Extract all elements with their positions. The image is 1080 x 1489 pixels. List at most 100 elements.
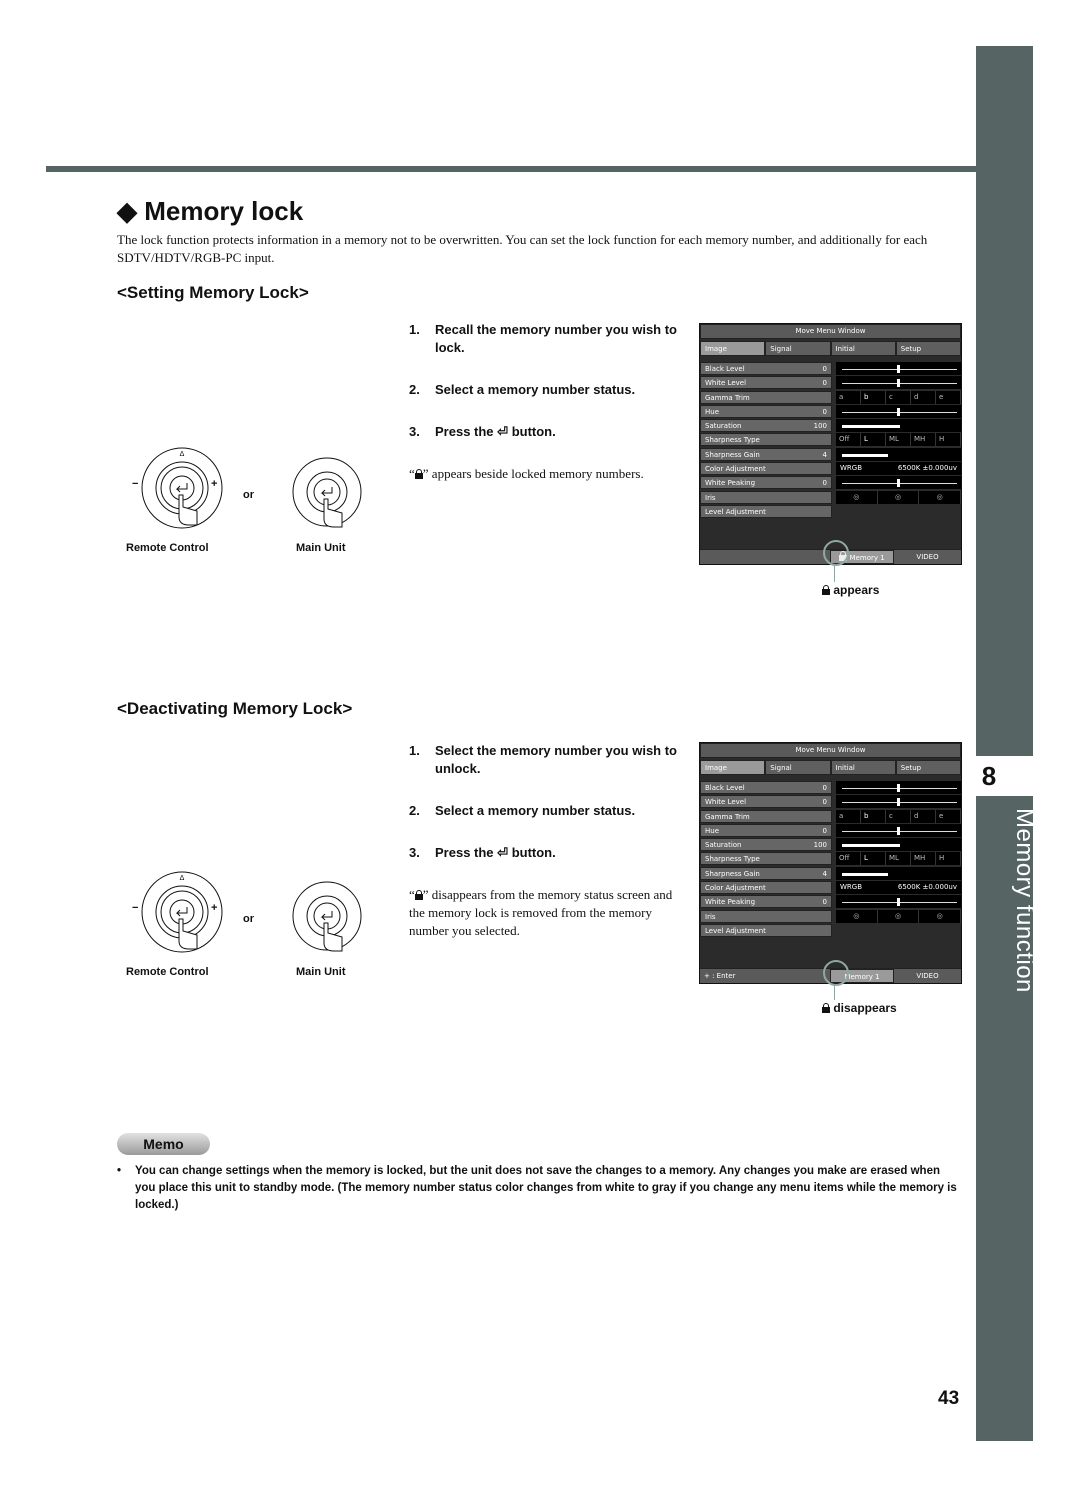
osd-row-control[interactable]	[836, 362, 961, 375]
osd-row[interactable]: Level Adjustment	[700, 504, 961, 518]
osd-row-label[interactable]: Gamma Trim	[700, 809, 832, 823]
osd-row[interactable]: White Peaking 0	[700, 895, 961, 909]
osd-row[interactable]: Black Level 0	[700, 362, 961, 375]
osd-row-control[interactable]	[836, 419, 961, 433]
osd-row-control[interactable]	[836, 781, 961, 794]
osd-row-label[interactable]: Sharpness Type	[700, 433, 832, 447]
iris-large-icon[interactable]: ◎	[919, 909, 962, 923]
option-c[interactable]: c	[886, 809, 911, 823]
osd-row-control[interactable]: WRGB 6500K ±0.000uv	[836, 462, 961, 476]
option-l[interactable]: L	[861, 852, 886, 866]
osd-row-control[interactable]: WRGB 6500K ±0.000uv	[836, 881, 961, 895]
osd-row[interactable]: Iris ◎ ◎ ◎	[700, 909, 962, 923]
osd-row-control[interactable]	[836, 795, 961, 809]
osd-row-control[interactable]	[836, 866, 961, 880]
option-a[interactable]: a	[836, 809, 861, 823]
osd-tab-signal[interactable]: Signal	[765, 341, 831, 356]
slider-knob[interactable]	[897, 365, 900, 373]
osd-row-label[interactable]: White Peaking 0	[700, 895, 832, 909]
osd-row-control[interactable]	[836, 823, 961, 837]
osd-row-label[interactable]: Iris	[700, 490, 832, 504]
osd-row-control[interactable]: abcde	[836, 390, 961, 404]
osd-row-label[interactable]: Color Adjustment	[700, 881, 832, 895]
slider-knob[interactable]	[897, 479, 900, 488]
iris-medium-icon[interactable]: ◎	[878, 490, 920, 504]
option-d[interactable]: d	[911, 390, 936, 404]
option-h[interactable]: H	[936, 852, 961, 866]
osd-row-label[interactable]: Gamma Trim	[700, 390, 832, 404]
osd-row-label[interactable]: White Level 0	[700, 376, 832, 390]
osd-tab-image[interactable]: Image	[700, 341, 766, 356]
osd-row[interactable]: Gamma Trim a b c d e	[700, 809, 961, 823]
osd-row[interactable]: Sharpness Gain 4	[700, 447, 961, 461]
osd-row[interactable]: Sharpness Type Off L ML MH H	[700, 852, 961, 866]
osd-tab-image[interactable]: Image	[700, 760, 766, 775]
option-mh[interactable]: MH	[911, 852, 936, 866]
iris-small-icon[interactable]: ◎	[836, 490, 878, 504]
osd-tab-setup[interactable]: Setup	[895, 341, 961, 356]
osd-row-label[interactable]: Iris	[700, 909, 832, 923]
osd-row-label[interactable]: Saturation 100	[700, 838, 832, 852]
option-c[interactable]: c	[886, 390, 911, 404]
osd-row-control[interactable]: Off L ML MH H	[836, 852, 961, 866]
iris-large-icon[interactable]: ◎	[919, 490, 962, 504]
osd-row[interactable]: Black Level 0	[700, 781, 961, 794]
slider-knob[interactable]	[897, 379, 900, 388]
osd-row-control[interactable]	[836, 376, 961, 390]
osd-row-control[interactable]: ◎ ◎ ◎	[836, 490, 962, 504]
osd-row-label[interactable]: Level Adjustment	[700, 504, 832, 518]
osd-row[interactable]: Gamma Trim a b c d e	[700, 390, 961, 404]
slider-knob[interactable]	[897, 784, 900, 792]
osd-row-label[interactable]: White Peaking 0	[700, 476, 832, 490]
osd-row-control[interactable]: abcde	[836, 809, 961, 823]
osd-row[interactable]: Sharpness Type Off L ML MH H	[700, 433, 961, 447]
option-h[interactable]: H	[936, 433, 961, 447]
osd-row-label[interactable]: Black Level 0	[700, 781, 832, 794]
osd-row-control[interactable]	[836, 838, 961, 852]
osd-row-label[interactable]: Level Adjustment	[700, 923, 832, 937]
option-e[interactable]: e	[936, 809, 961, 823]
option-e[interactable]: e	[936, 390, 961, 404]
option-ml[interactable]: ML	[886, 433, 911, 447]
option-mh[interactable]: MH	[911, 433, 936, 447]
option-b[interactable]: b	[861, 390, 886, 404]
osd-row[interactable]: Saturation 100	[700, 838, 961, 852]
slider-knob[interactable]	[897, 407, 900, 416]
osd-row-label[interactable]: Color Adjustment	[700, 462, 832, 476]
osd-row-control[interactable]	[836, 895, 961, 909]
osd-row-label[interactable]: Sharpness Gain 4	[700, 447, 832, 461]
osd-row[interactable]: Color Adjustment WRGB 6500K ±0.000uv	[700, 881, 961, 895]
osd-tab-signal[interactable]: Signal	[765, 760, 831, 775]
osd-row[interactable]: Level Adjustment	[700, 923, 961, 937]
osd-row[interactable]: Iris ◎ ◎ ◎	[700, 490, 962, 504]
iris-medium-icon[interactable]: ◎	[878, 909, 920, 923]
osd-row-label[interactable]: Sharpness Gain 4	[700, 866, 832, 880]
osd-row[interactable]: White Level 0	[700, 376, 961, 390]
option-off[interactable]: Off	[836, 852, 861, 866]
osd-row-control[interactable]: Off L ML MH H	[836, 433, 961, 447]
slider-knob[interactable]	[897, 826, 900, 835]
osd-row-control[interactable]	[836, 476, 961, 490]
osd-row-control[interactable]: ◎ ◎ ◎	[836, 909, 962, 923]
iris-small-icon[interactable]: ◎	[836, 909, 878, 923]
option-a[interactable]: a	[836, 390, 861, 404]
osd-row-label[interactable]: Sharpness Type	[700, 852, 832, 866]
osd-row[interactable]: Sharpness Gain 4	[700, 866, 961, 880]
osd-row-label[interactable]: White Level 0	[700, 795, 832, 809]
osd-row-control[interactable]	[836, 404, 961, 418]
osd-row[interactable]: Color Adjustment WRGB 6500K ±0.000uv	[700, 462, 961, 476]
osd-row-label[interactable]: Saturation 100	[700, 419, 832, 433]
slider-knob[interactable]	[897, 898, 900, 907]
option-b[interactable]: b	[861, 809, 886, 823]
osd-row[interactable]: Hue 0	[700, 404, 961, 418]
osd-row-control[interactable]	[836, 447, 961, 461]
osd-tab-initial[interactable]: Initial	[830, 341, 896, 356]
osd-tab-initial[interactable]: Initial	[830, 760, 896, 775]
osd-row[interactable]: Saturation 100	[700, 419, 961, 433]
osd-row-label[interactable]: Hue 0	[700, 823, 832, 837]
osd-row[interactable]: White Peaking 0	[700, 476, 961, 490]
option-off[interactable]: Off	[836, 433, 861, 447]
osd-row-label[interactable]: Black Level 0	[700, 362, 832, 375]
osd-row-label[interactable]: Hue 0	[700, 404, 832, 418]
osd-row[interactable]: White Level 0	[700, 795, 961, 809]
